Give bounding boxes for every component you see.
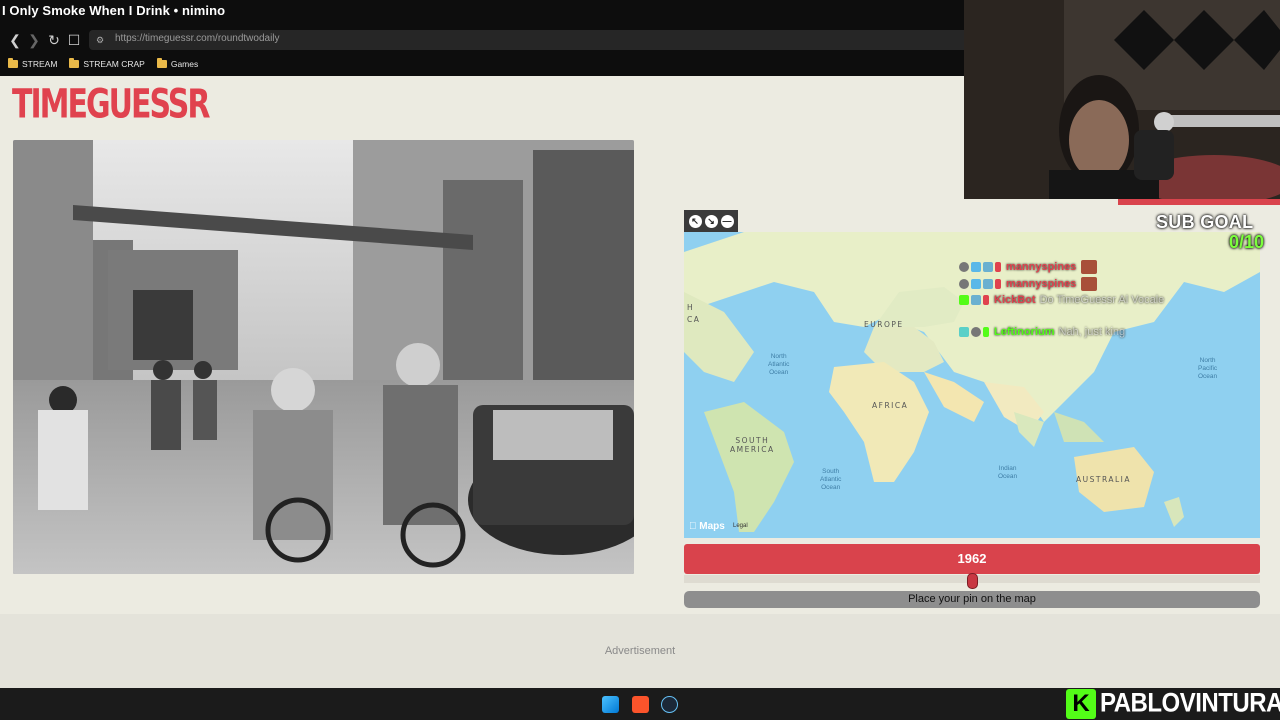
chat-username: mannyspines <box>1006 278 1077 290</box>
chat-username: mannyspines <box>1006 261 1077 273</box>
address-bar[interactable]: ⚙ https://timeguessr.com/roundtwodaily <box>89 30 964 50</box>
reload-icon[interactable]: ↻ <box>45 31 63 49</box>
chat-message: KickBot Do TimeGuessr Al Vocale <box>959 294 1164 306</box>
streamer-name: PABLOVINTURA <box>1100 688 1280 719</box>
ocean-label: South Atlantic Ocean <box>820 468 842 491</box>
ocean-label: North Pacific Ocean <box>1198 357 1218 380</box>
badge-icon <box>983 279 993 289</box>
badge-icon <box>971 279 981 289</box>
kick-badge-icon <box>995 279 1001 289</box>
guess-photo <box>13 140 634 574</box>
shrink-map-icon[interactable]: ↘ <box>704 214 718 228</box>
badge-icon <box>959 327 969 337</box>
continent-label: EUROPE <box>864 320 904 329</box>
advertisement-label: Advertisement <box>604 645 676 657</box>
site-info-icon[interactable]: ⚙ <box>96 34 108 46</box>
forward-icon[interactable]: ❯ <box>25 31 43 49</box>
avatar-icon <box>959 279 969 289</box>
timeguessr-logo[interactable]: TIMEGUESSR <box>12 84 210 126</box>
back-icon[interactable]: ❮ <box>6 31 24 49</box>
badge-icon <box>959 295 969 305</box>
chat-message: mannyspines <box>959 277 1099 291</box>
continent-label: SOUTH AMERICA <box>730 436 775 454</box>
pin-map-icon[interactable]: — <box>720 214 734 228</box>
bookmark-stream-crap[interactable]: STREAM CRAP <box>69 56 145 72</box>
avatar-icon <box>959 262 969 272</box>
chat-username: KickBot <box>994 294 1036 306</box>
maps-logo-text: Maps <box>689 521 725 532</box>
apple-maps-logo:  Maps <box>689 521 725 532</box>
folder-icon <box>8 58 18 68</box>
brave-browser-icon[interactable] <box>632 696 649 713</box>
bookmark-icon[interactable]: ☐ <box>65 31 83 49</box>
year-display: 1962 <box>684 544 1260 574</box>
browser-toolbar: I Only Smoke When I Drink • nimino ❮ ❯ ↻… <box>0 0 964 76</box>
emote-icon <box>1081 260 1098 274</box>
sub-goal-count: 0/10 <box>1229 232 1265 252</box>
chat-text: Do TimeGuessr Al Vocale <box>1039 294 1165 306</box>
bookmarks-bar: STREAM STREAM CRAP Games <box>0 56 202 72</box>
kick-badge-icon <box>995 262 1001 272</box>
continent-label: H CA <box>687 303 701 324</box>
bookmark-label: STREAM <box>22 59 58 69</box>
badge-icon <box>971 295 981 305</box>
ocean-label: Indian Ocean <box>998 465 1018 480</box>
year-slider-thumb[interactable] <box>966 573 978 589</box>
chat-text: Nah, just king <box>1058 326 1126 338</box>
sub-goal-label: SUB GOAL <box>1156 212 1254 232</box>
folder-icon <box>69 58 80 68</box>
badge-icon <box>983 262 993 272</box>
bookmark-label: STREAM CRAP <box>83 59 145 69</box>
expand-map-icon[interactable]: ↖ <box>688 214 702 228</box>
legal-link[interactable]: Legal <box>733 523 748 529</box>
address-text: https://timeguessr.com/roundtwodaily <box>115 33 280 44</box>
ad-banner: Advertisement <box>0 614 1280 688</box>
chat-message: mannyspines <box>959 260 1099 274</box>
bookmark-stream[interactable]: STREAM <box>8 56 57 72</box>
ocean-label: North Atlantic Ocean <box>768 353 790 376</box>
steam-icon[interactable] <box>661 696 678 713</box>
windows-start-icon[interactable] <box>602 696 619 713</box>
bookmark-games[interactable]: Games <box>156 56 199 72</box>
streamer-tag: K PABLOVINTURA <box>1066 688 1280 720</box>
continent-label: AUSTRALIA <box>1076 475 1132 484</box>
place-pin-button[interactable]: Place your pin on the map <box>684 591 1260 608</box>
avatar-icon <box>971 327 981 337</box>
kick-badge-icon <box>983 295 989 305</box>
webcam-border <box>1118 199 1280 205</box>
map-toolbar: ↖ ↘ — <box>684 210 738 232</box>
folder-icon <box>156 58 167 68</box>
chat-message: Leftinorium Nah, just king <box>959 326 1125 338</box>
continent-label: AFRICA <box>872 401 909 410</box>
kick-logo: K <box>1066 689 1096 719</box>
chat-username: Leftinorium <box>994 326 1055 338</box>
emote-icon <box>1081 277 1098 291</box>
webcam-feed <box>964 0 1280 199</box>
bookmark-label: Games <box>170 59 199 69</box>
badge-icon <box>971 262 981 272</box>
tab-title[interactable]: I Only Smoke When I Drink • nimino <box>2 3 225 18</box>
kick-badge-icon <box>983 327 989 337</box>
